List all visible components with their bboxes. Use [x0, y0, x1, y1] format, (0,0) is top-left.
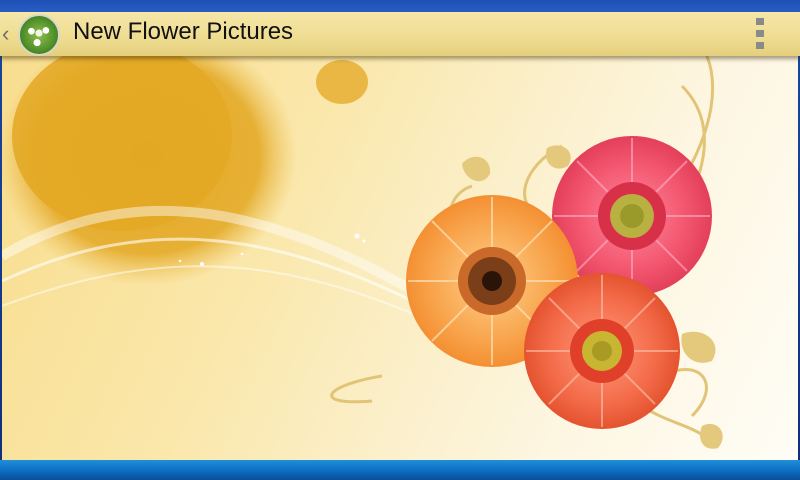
- more-vertical-icon[interactable]: [750, 18, 770, 50]
- page-title: New Flower Pictures: [73, 18, 294, 45]
- flower-app-icon[interactable]: [18, 14, 60, 56]
- flower-wallpaper-image[interactable]: [2, 56, 798, 462]
- action-bar: ‹ New Flower Pictures: [0, 12, 800, 56]
- screen: ‹ New Flower Pictures: [0, 0, 800, 480]
- sea-background: [0, 460, 800, 480]
- ink-blot: [2, 56, 368, 286]
- wallpaper-art: [2, 56, 723, 449]
- chevron-left-icon[interactable]: ‹: [2, 22, 12, 46]
- coral-gerbera-flower: [524, 273, 680, 429]
